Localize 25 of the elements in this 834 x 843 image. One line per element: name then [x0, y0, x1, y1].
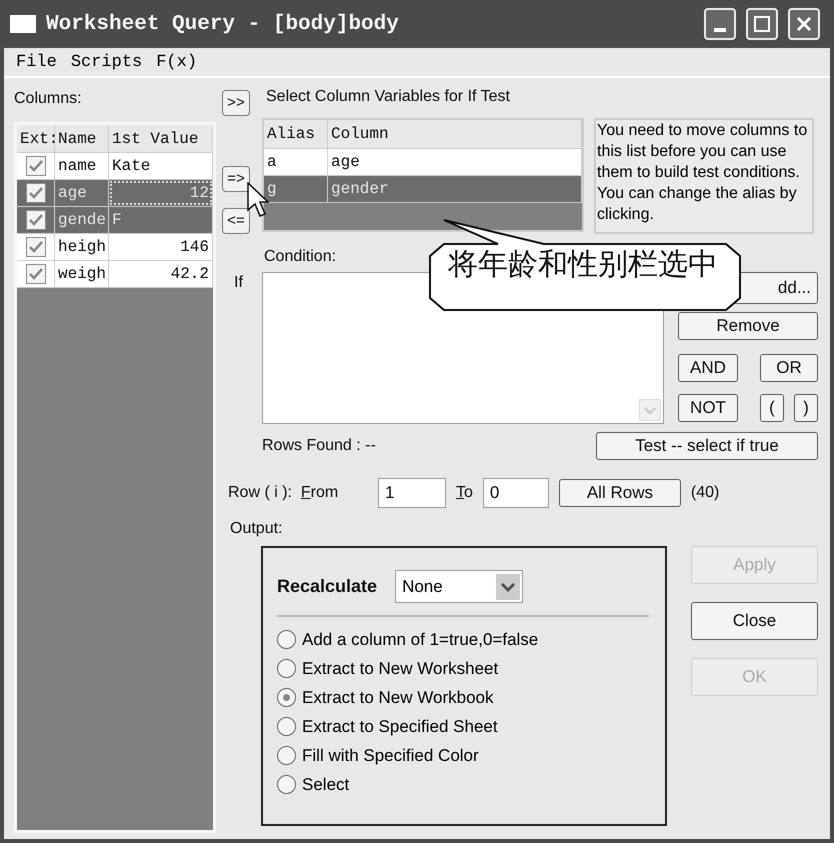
- table-cell: heigh: [55, 234, 109, 260]
- table-cell: 42.2: [109, 261, 213, 287]
- table-cell: 12: [109, 180, 213, 206]
- help-text: You need to move columns to this list before you can use them to build test conditions. You can change the alias by clicking.: [594, 118, 814, 234]
- table-cell: gender: [328, 176, 582, 202]
- table-cell: name: [55, 153, 109, 179]
- row-count: (40): [690, 484, 720, 502]
- section-title: Select Column Variables for If Test: [266, 88, 511, 106]
- table-cell: age: [55, 180, 109, 206]
- table-cell: 146: [109, 234, 213, 260]
- table-cell: a: [264, 149, 328, 175]
- condition-label: Condition:: [264, 248, 336, 266]
- table-cell: Kate: [109, 153, 213, 179]
- output-label: Output:: [230, 520, 284, 538]
- window-title: Worksheet Query - [body]body: [46, 12, 400, 36]
- table-cell: weigh: [55, 261, 109, 287]
- table-cell: gende: [55, 207, 109, 233]
- recalculate-label: Recalculate: [277, 576, 378, 597]
- row-range-label: Row ( i ): From: [228, 484, 340, 502]
- table-cell: F: [109, 207, 213, 233]
- table-cell: age: [328, 149, 582, 175]
- rows-found-text: Rows Found : --: [262, 437, 376, 455]
- if-label: If: [234, 274, 243, 292]
- to-label: To: [456, 484, 473, 502]
- columns-label: Columns:: [14, 90, 83, 108]
